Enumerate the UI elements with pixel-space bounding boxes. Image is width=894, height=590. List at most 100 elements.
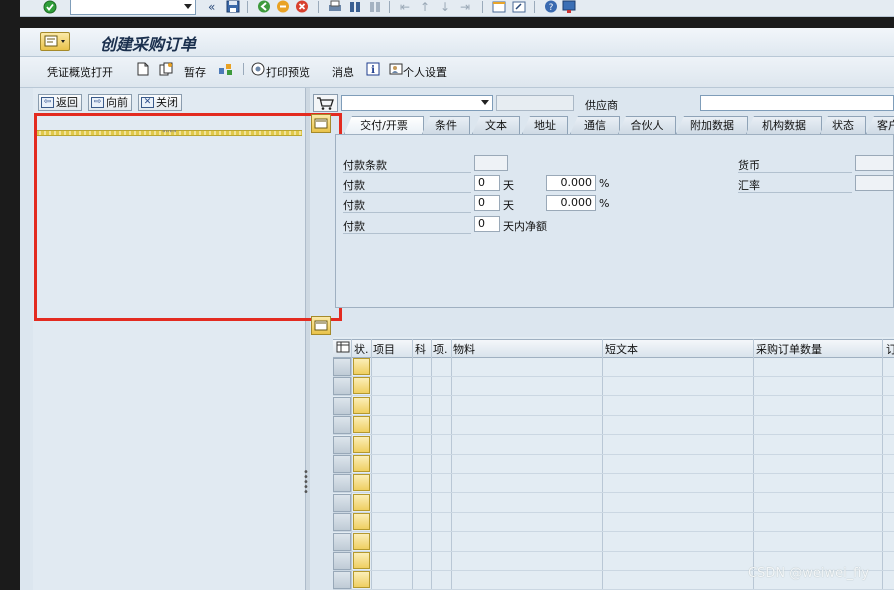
check-icon[interactable] bbox=[218, 62, 232, 76]
table-row[interactable] bbox=[333, 512, 894, 531]
payment-days-2[interactable]: 0 bbox=[474, 195, 500, 211]
table-row[interactable] bbox=[333, 376, 894, 395]
table-row[interactable] bbox=[333, 415, 894, 434]
tab-status[interactable]: 状态 bbox=[820, 116, 866, 134]
column-po-quantity[interactable]: 采购订单数量 bbox=[756, 341, 822, 357]
print-preview-button[interactable]: 打印预览 bbox=[266, 64, 310, 80]
row-status-cell[interactable] bbox=[353, 377, 370, 394]
tab-communication[interactable]: 通信 bbox=[570, 116, 620, 134]
close-button[interactable]: ✕ 关闭 bbox=[138, 94, 182, 111]
discount-percent-1[interactable]: 0.000 bbox=[546, 175, 596, 191]
command-field[interactable] bbox=[70, 0, 196, 15]
row-selector[interactable] bbox=[333, 436, 351, 454]
row-selector[interactable] bbox=[333, 455, 351, 473]
help-icon[interactable]: ? bbox=[544, 0, 558, 14]
column-item[interactable]: 项目 bbox=[373, 341, 395, 357]
vendor-input[interactable] bbox=[700, 95, 894, 111]
prev-page-icon[interactable]: ↑ bbox=[420, 0, 430, 14]
save-icon[interactable] bbox=[226, 0, 240, 14]
messages-button[interactable]: 消息 bbox=[332, 64, 354, 80]
print-icon[interactable] bbox=[328, 0, 342, 14]
row-status-cell[interactable] bbox=[353, 533, 370, 550]
row-selector[interactable] bbox=[333, 397, 351, 415]
table-row[interactable] bbox=[333, 396, 894, 415]
table-row[interactable] bbox=[333, 473, 894, 492]
column-order-unit[interactable]: 订 bbox=[886, 341, 894, 357]
row-status-cell[interactable] bbox=[353, 474, 370, 491]
forward-button[interactable]: ⇨ 向前 bbox=[88, 94, 132, 111]
enter-icon[interactable] bbox=[42, 0, 58, 14]
row-selector[interactable] bbox=[333, 513, 351, 531]
create-icon[interactable] bbox=[136, 62, 150, 76]
row-selector[interactable] bbox=[333, 494, 351, 512]
last-page-icon[interactable]: ⇥ bbox=[460, 0, 470, 14]
document-overview-button[interactable]: 凭证概览打开 bbox=[47, 64, 113, 80]
row-status-cell[interactable] bbox=[353, 436, 370, 453]
row-selector[interactable] bbox=[333, 533, 351, 551]
tab-texts[interactable]: 文本 bbox=[472, 116, 520, 134]
row-status-cell[interactable] bbox=[353, 455, 370, 472]
item-collapse-button[interactable] bbox=[311, 316, 331, 335]
collapse-command-icon[interactable]: « bbox=[208, 0, 215, 14]
discount-percent-2[interactable]: 0.000 bbox=[546, 195, 596, 211]
column-account-assignment[interactable]: 科 bbox=[415, 341, 426, 357]
shortcut-icon[interactable] bbox=[512, 0, 526, 14]
row-status-cell[interactable] bbox=[353, 552, 370, 569]
row-status-cell[interactable] bbox=[353, 416, 370, 433]
header-collapse-button[interactable] bbox=[311, 114, 331, 133]
back-icon[interactable] bbox=[257, 0, 271, 14]
column-material[interactable]: 物料 bbox=[453, 341, 475, 357]
table-row[interactable] bbox=[333, 532, 894, 551]
tab-org-data[interactable]: 机构数据 bbox=[746, 116, 822, 134]
exit-icon[interactable] bbox=[276, 0, 290, 14]
next-page-icon[interactable]: ↓ bbox=[440, 0, 450, 14]
currency-field[interactable] bbox=[855, 155, 894, 171]
payment-days-net[interactable]: 0 bbox=[474, 216, 500, 232]
column-short-text[interactable]: 短文本 bbox=[605, 341, 638, 357]
row-selector[interactable] bbox=[333, 358, 351, 376]
document-type-select[interactable] bbox=[341, 95, 493, 111]
row-selector[interactable] bbox=[333, 474, 351, 492]
payment-terms-field[interactable] bbox=[474, 155, 508, 171]
vertical-grip-icon[interactable]: • • • • • bbox=[303, 468, 309, 498]
row-status-cell[interactable] bbox=[353, 358, 370, 375]
tab-address[interactable]: 地址 bbox=[522, 116, 568, 134]
chevron-down-icon[interactable] bbox=[184, 4, 192, 9]
payment-days-1[interactable]: 0 bbox=[474, 175, 500, 191]
tab-partners[interactable]: 合伙人 bbox=[618, 116, 676, 134]
tab-customer[interactable]: 客户 bbox=[866, 116, 894, 134]
info-icon[interactable]: i bbox=[366, 62, 380, 76]
exchange-rate-field[interactable] bbox=[855, 175, 894, 191]
row-status-cell[interactable] bbox=[353, 571, 370, 588]
row-selector[interactable] bbox=[333, 552, 351, 570]
find-next-icon[interactable] bbox=[368, 0, 382, 14]
print-preview-icon[interactable] bbox=[251, 62, 265, 76]
menu-dropdown-button[interactable] bbox=[40, 32, 70, 51]
copy-icon[interactable] bbox=[159, 62, 173, 76]
hold-button[interactable]: 暂存 bbox=[184, 64, 206, 80]
table-settings-icon[interactable] bbox=[336, 340, 350, 357]
table-row[interactable] bbox=[333, 435, 894, 454]
row-status-cell[interactable] bbox=[353, 397, 370, 414]
new-session-icon[interactable] bbox=[492, 0, 506, 14]
customize-layout-icon[interactable] bbox=[562, 0, 576, 14]
first-page-icon[interactable]: ⇤ bbox=[400, 0, 410, 14]
cancel-icon[interactable] bbox=[295, 0, 309, 14]
tab-delivery-invoice[interactable]: 交付/开票 bbox=[344, 116, 424, 134]
chevron-down-icon[interactable] bbox=[481, 100, 489, 105]
find-icon[interactable] bbox=[348, 0, 362, 14]
personal-settings-icon[interactable] bbox=[389, 62, 403, 76]
column-item-category[interactable]: 项. bbox=[433, 341, 448, 357]
table-row[interactable] bbox=[333, 454, 894, 473]
table-row[interactable] bbox=[333, 493, 894, 512]
tab-additional-data[interactable]: 附加数据 bbox=[676, 116, 748, 134]
row-selector[interactable] bbox=[333, 377, 351, 395]
back-button[interactable]: ⇦ 返回 bbox=[38, 94, 82, 111]
tab-conditions[interactable]: 条件 bbox=[422, 116, 470, 134]
row-status-cell[interactable] bbox=[353, 494, 370, 511]
row-selector[interactable] bbox=[333, 571, 351, 589]
personal-settings-button[interactable]: 个人设置 bbox=[403, 64, 447, 80]
row-selector[interactable] bbox=[333, 416, 351, 434]
table-row[interactable] bbox=[333, 357, 894, 376]
row-status-cell[interactable] bbox=[353, 513, 370, 530]
